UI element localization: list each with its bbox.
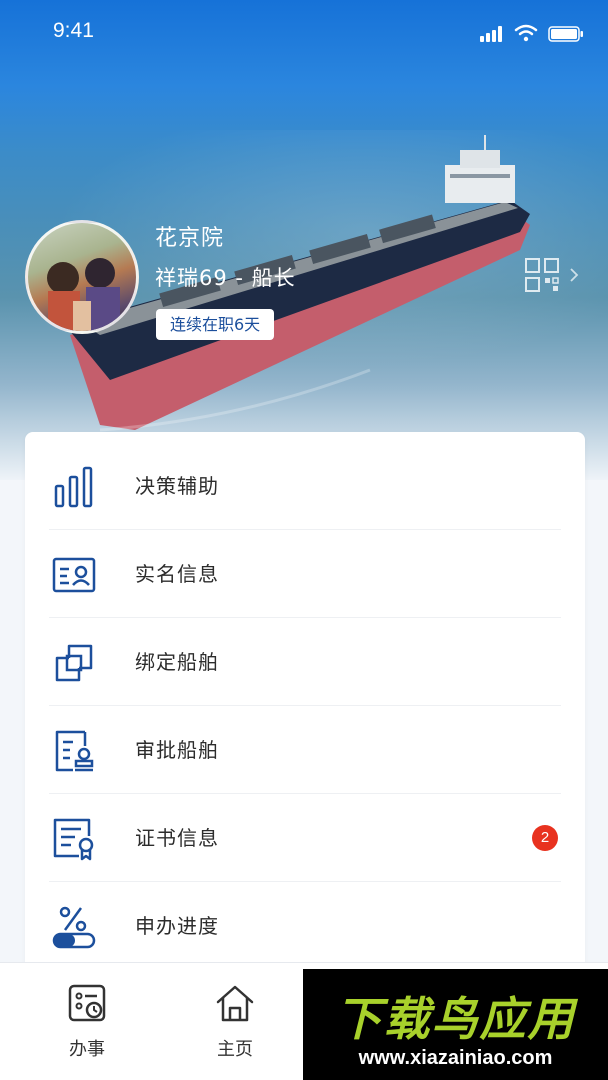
approval-stamp-icon	[55, 730, 94, 772]
menu-item-label: 申办进度	[135, 914, 219, 938]
clipboard-clock-icon	[68, 984, 106, 1022]
bar-chart-icon	[54, 466, 93, 508]
menu-item-decision-support[interactable]: 决策辅助	[25, 442, 585, 530]
chevron-right-icon	[570, 268, 579, 282]
cellular-signal-icon	[480, 26, 504, 42]
link-squares-icon	[55, 644, 93, 682]
menu-item-label: 决策辅助	[135, 474, 219, 498]
watermark-url: www.xiazainiao.com	[358, 1047, 553, 1069]
menu-item-label: 实名信息	[135, 562, 219, 586]
avatar[interactable]	[25, 220, 139, 334]
watermark-overlay: 下载鸟应用 www.xiazainiao.com	[303, 969, 608, 1080]
user-role: 祥瑞69 - 船长	[155, 266, 296, 290]
watermark-title: 下载鸟应用	[335, 992, 576, 1046]
status-icons	[480, 24, 584, 42]
certificate-icon	[53, 818, 94, 861]
tab-services[interactable]: 办事	[27, 963, 147, 1080]
profile-header: 9:41 花京院 祥瑞69 - 船长 连续在职6天	[0, 0, 608, 480]
menu-item-label: 审批船舶	[135, 738, 219, 762]
avatar-image	[47, 258, 120, 331]
tenure-badge: 连续在职6天	[156, 309, 275, 340]
battery-icon	[548, 26, 583, 42]
tab-home[interactable]: 主页	[175, 963, 295, 1080]
notification-badge: 2	[532, 825, 558, 851]
menu-card: 决策辅助 实名信息 绑定船舶 审批船舶 证书信息 2 申办进度	[25, 432, 585, 972]
wifi-icon	[514, 24, 538, 42]
status-bar: 9:41	[0, 0, 608, 64]
menu-item-bind-vessel[interactable]: 绑定船舶	[25, 618, 585, 706]
progress-percent-icon	[52, 906, 96, 949]
tab-label: 办事	[69, 1039, 105, 1060]
menu-item-label: 绑定船舶	[135, 650, 219, 674]
id-card-icon	[52, 557, 96, 593]
user-name: 花京院	[155, 226, 225, 251]
menu-item-application-progress[interactable]: 申办进度	[25, 882, 585, 970]
qr-code-button[interactable]	[524, 256, 590, 294]
home-icon	[216, 985, 254, 1022]
tab-label: 主页	[217, 1039, 253, 1060]
menu-item-label: 证书信息	[135, 826, 219, 850]
menu-item-approve-vessel[interactable]: 审批船舶	[25, 706, 585, 794]
menu-item-real-name-info[interactable]: 实名信息	[25, 530, 585, 618]
status-time: 9:41	[53, 19, 94, 42]
qr-code-icon	[525, 258, 559, 292]
menu-item-certificate-info[interactable]: 证书信息 2	[25, 794, 585, 882]
